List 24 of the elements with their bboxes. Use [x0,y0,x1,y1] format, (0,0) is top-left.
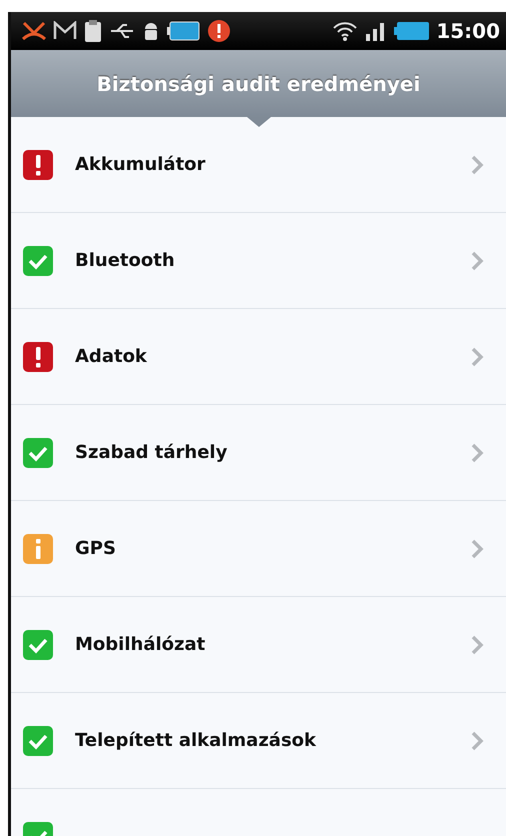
alert-icon [207,19,231,43]
chevron-icon [470,154,484,176]
mail-icon [53,21,77,41]
pointer-notch-icon [246,117,270,127]
screen-title: Biztonsági audit eredményei [96,72,420,96]
chevron-icon [470,250,484,272]
wifi-icon [332,20,358,42]
usb-icon [109,22,135,40]
item-label: Szabad tárhely [75,442,228,463]
battery-icon [394,20,430,42]
item-label: Adatok [75,346,148,367]
clock-time: 15:00 [436,19,500,43]
chevron-icon [470,346,484,368]
battery-icon [167,20,201,42]
item-label: Bluetooth [75,250,176,271]
item-label: Mobilhálózat [75,634,206,655]
chevron-icon [470,442,484,464]
chevron-icon [470,730,484,752]
missed-call-icon [21,19,47,43]
item-label: GPS [75,538,117,559]
item-label: Telepített alkalmazások [75,730,318,751]
item-label: Akkumulátor [75,154,206,175]
chevron-icon [470,634,484,656]
chevron-icon [470,538,484,560]
